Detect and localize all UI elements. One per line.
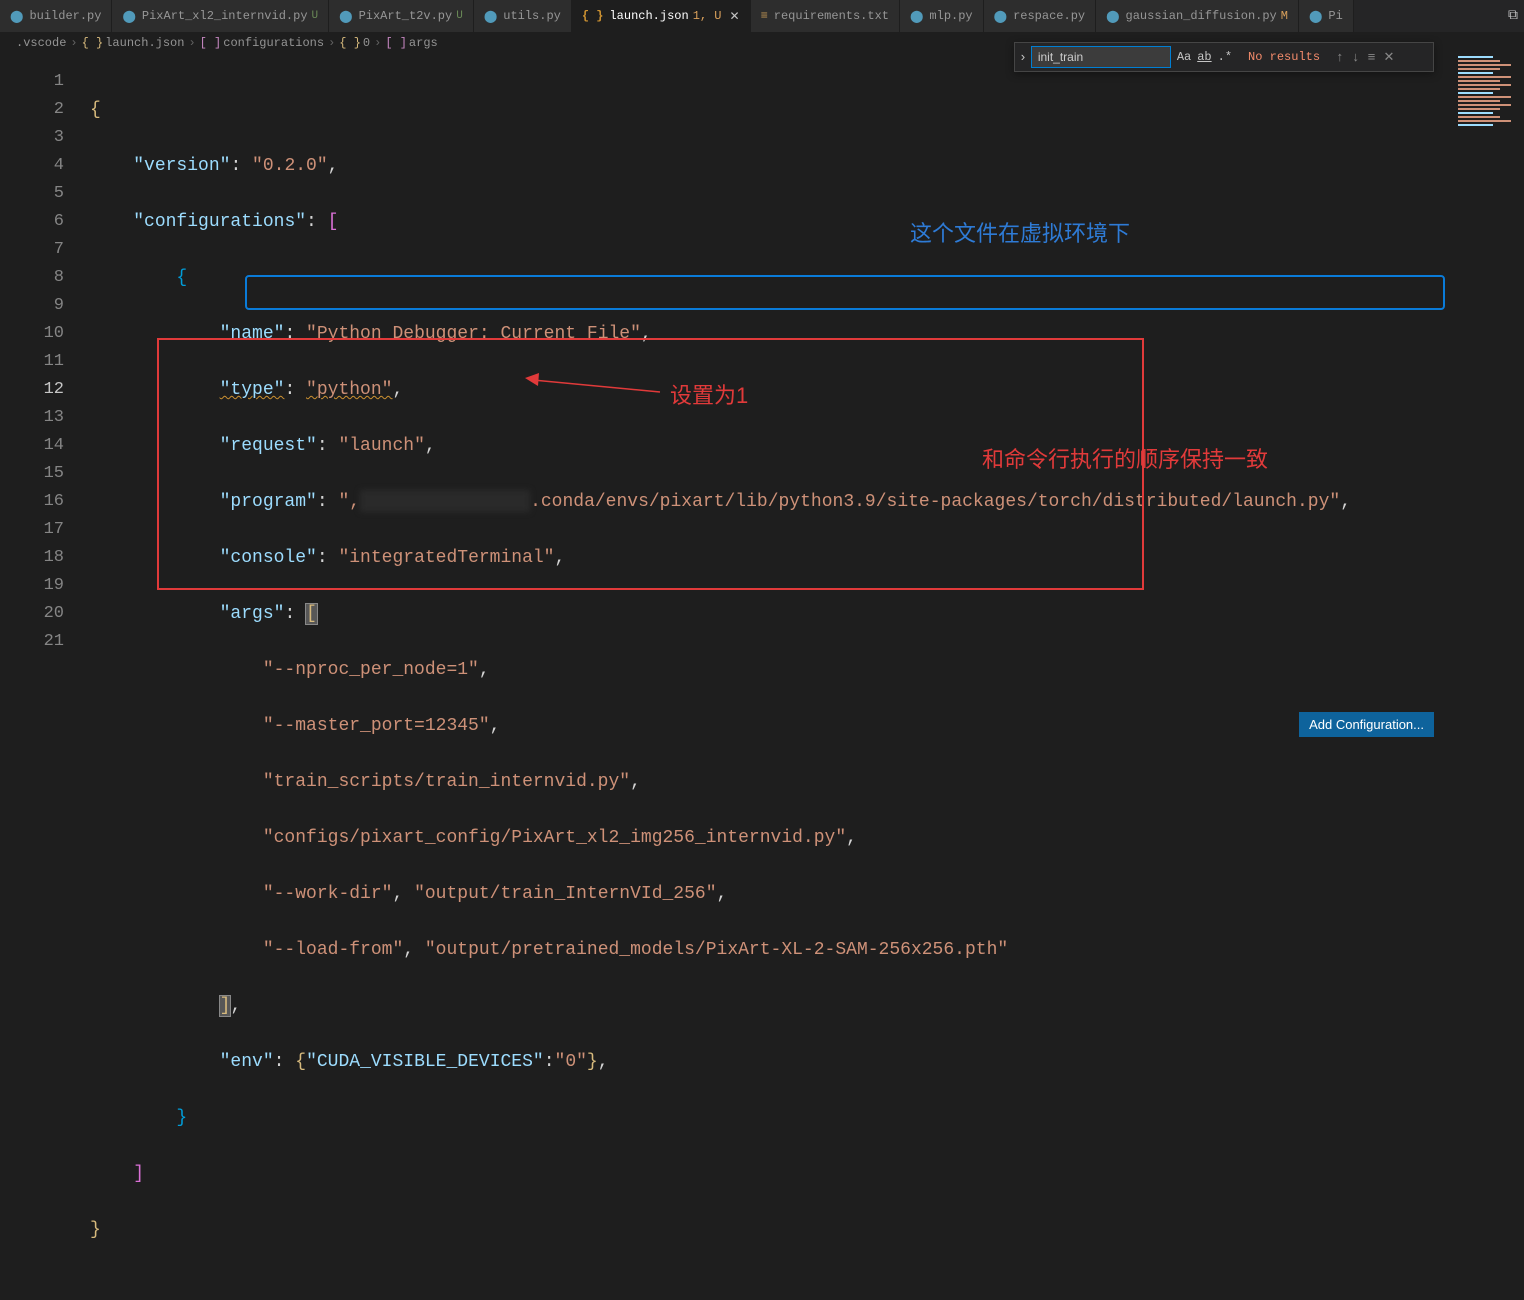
tab-label: builder.py <box>29 9 101 23</box>
breadcrumb-item: args <box>409 36 438 50</box>
breadcrumb-item: 0 <box>363 36 370 50</box>
regex-icon[interactable]: .* <box>1218 50 1232 64</box>
find-in-selection-icon[interactable]: ≡ <box>1366 50 1378 65</box>
python-icon: ⬤ <box>484 9 497 24</box>
tab-mlp[interactable]: ⬤ mlp.py <box>900 0 984 32</box>
line-gutter: 1 2 3 4 5 6 7 8 9 10 11 12 13 14 15 16 1… <box>0 54 90 749</box>
tab-label: PixArt_t2v.py <box>359 9 453 23</box>
tab-gaussian-diffusion[interactable]: ⬤ gaussian_diffusion.py M <box>1096 0 1299 32</box>
python-icon: ⬤ <box>122 9 135 24</box>
tab-modified-u: U <box>456 10 463 22</box>
python-icon: ⬤ <box>339 9 352 24</box>
json-icon: { } <box>82 36 104 50</box>
chevron-right-icon[interactable]: › <box>1015 50 1031 65</box>
python-icon: ⬤ <box>10 9 23 24</box>
tab-pixart-xl2[interactable]: ⬤ PixArt_xl2_internvid.py U <box>112 0 329 32</box>
tab-pi-overflow[interactable]: ⬤ Pi <box>1299 0 1354 32</box>
tab-modified-u: U <box>312 10 319 22</box>
code-content[interactable]: { "version": "0.2.0", "configurations": … <box>90 54 1524 749</box>
find-widget: › Aa ab .* No results ↑ ↓ ≡ ✕ <box>1014 42 1434 72</box>
chevron-right-icon: › <box>188 36 195 50</box>
prev-match-icon[interactable]: ↑ <box>1334 50 1346 65</box>
tab-label: launch.json <box>609 9 688 23</box>
json-icon: { } <box>582 9 604 23</box>
close-icon[interactable]: ✕ <box>1381 50 1396 65</box>
chevron-right-icon: › <box>70 36 77 50</box>
find-results: No results <box>1238 50 1330 64</box>
close-icon[interactable]: ✕ <box>730 9 740 24</box>
tab-launch-json[interactable]: { } launch.json 1, U ✕ <box>572 0 751 32</box>
tab-requirements[interactable]: ≡ requirements.txt <box>751 0 900 32</box>
tab-utils[interactable]: ⬤ utils.py <box>474 0 572 32</box>
search-input[interactable] <box>1031 46 1171 68</box>
array-icon: [ ] <box>200 36 222 50</box>
tab-label: PixArt_xl2_internvid.py <box>142 9 308 23</box>
txt-icon: ≡ <box>761 9 768 23</box>
object-icon: { } <box>339 36 361 50</box>
python-icon: ⬤ <box>1309 9 1322 24</box>
tab-label: requirements.txt <box>774 9 889 23</box>
minimap[interactable] <box>1454 54 1524 154</box>
tab-label: Pi <box>1328 9 1342 23</box>
tab-label: mlp.py <box>929 9 972 23</box>
add-configuration-button[interactable]: Add Configuration... <box>1299 712 1434 737</box>
array-icon: [ ] <box>385 36 407 50</box>
editor-area[interactable]: 1 2 3 4 5 6 7 8 9 10 11 12 13 14 15 16 1… <box>0 54 1524 749</box>
tab-label: gaussian_diffusion.py <box>1126 9 1277 23</box>
breadcrumb-folder: .vscode <box>16 36 66 50</box>
tab-actions: ⧉ <box>1508 0 1518 32</box>
tab-modified-m: M <box>1281 9 1288 23</box>
compare-icon[interactable]: ⧉ <box>1508 8 1518 24</box>
match-case-icon[interactable]: Aa <box>1177 50 1191 64</box>
chevron-right-icon: › <box>328 36 335 50</box>
censored-path <box>360 490 530 512</box>
next-match-icon[interactable]: ↓ <box>1350 50 1362 65</box>
editor-tabs: ⬤ builder.py ⬤ PixArt_xl2_internvid.py U… <box>0 0 1524 32</box>
tab-respace[interactable]: ⬤ respace.py <box>984 0 1096 32</box>
match-word-icon[interactable]: ab <box>1197 50 1211 64</box>
tab-builder[interactable]: ⬤ builder.py <box>0 0 112 32</box>
python-icon: ⬤ <box>1106 9 1119 24</box>
python-icon: ⬤ <box>994 9 1007 24</box>
tab-label: utils.py <box>503 9 561 23</box>
breadcrumb-file: launch.json <box>105 36 184 50</box>
breadcrumb-item: configurations <box>223 36 324 50</box>
tab-label: respace.py <box>1013 9 1085 23</box>
python-icon: ⬤ <box>910 9 923 24</box>
tab-problems-count: 1, U <box>693 9 722 23</box>
tab-pixart-t2v[interactable]: ⬤ PixArt_t2v.py U <box>329 0 474 32</box>
chevron-right-icon: › <box>374 36 381 50</box>
